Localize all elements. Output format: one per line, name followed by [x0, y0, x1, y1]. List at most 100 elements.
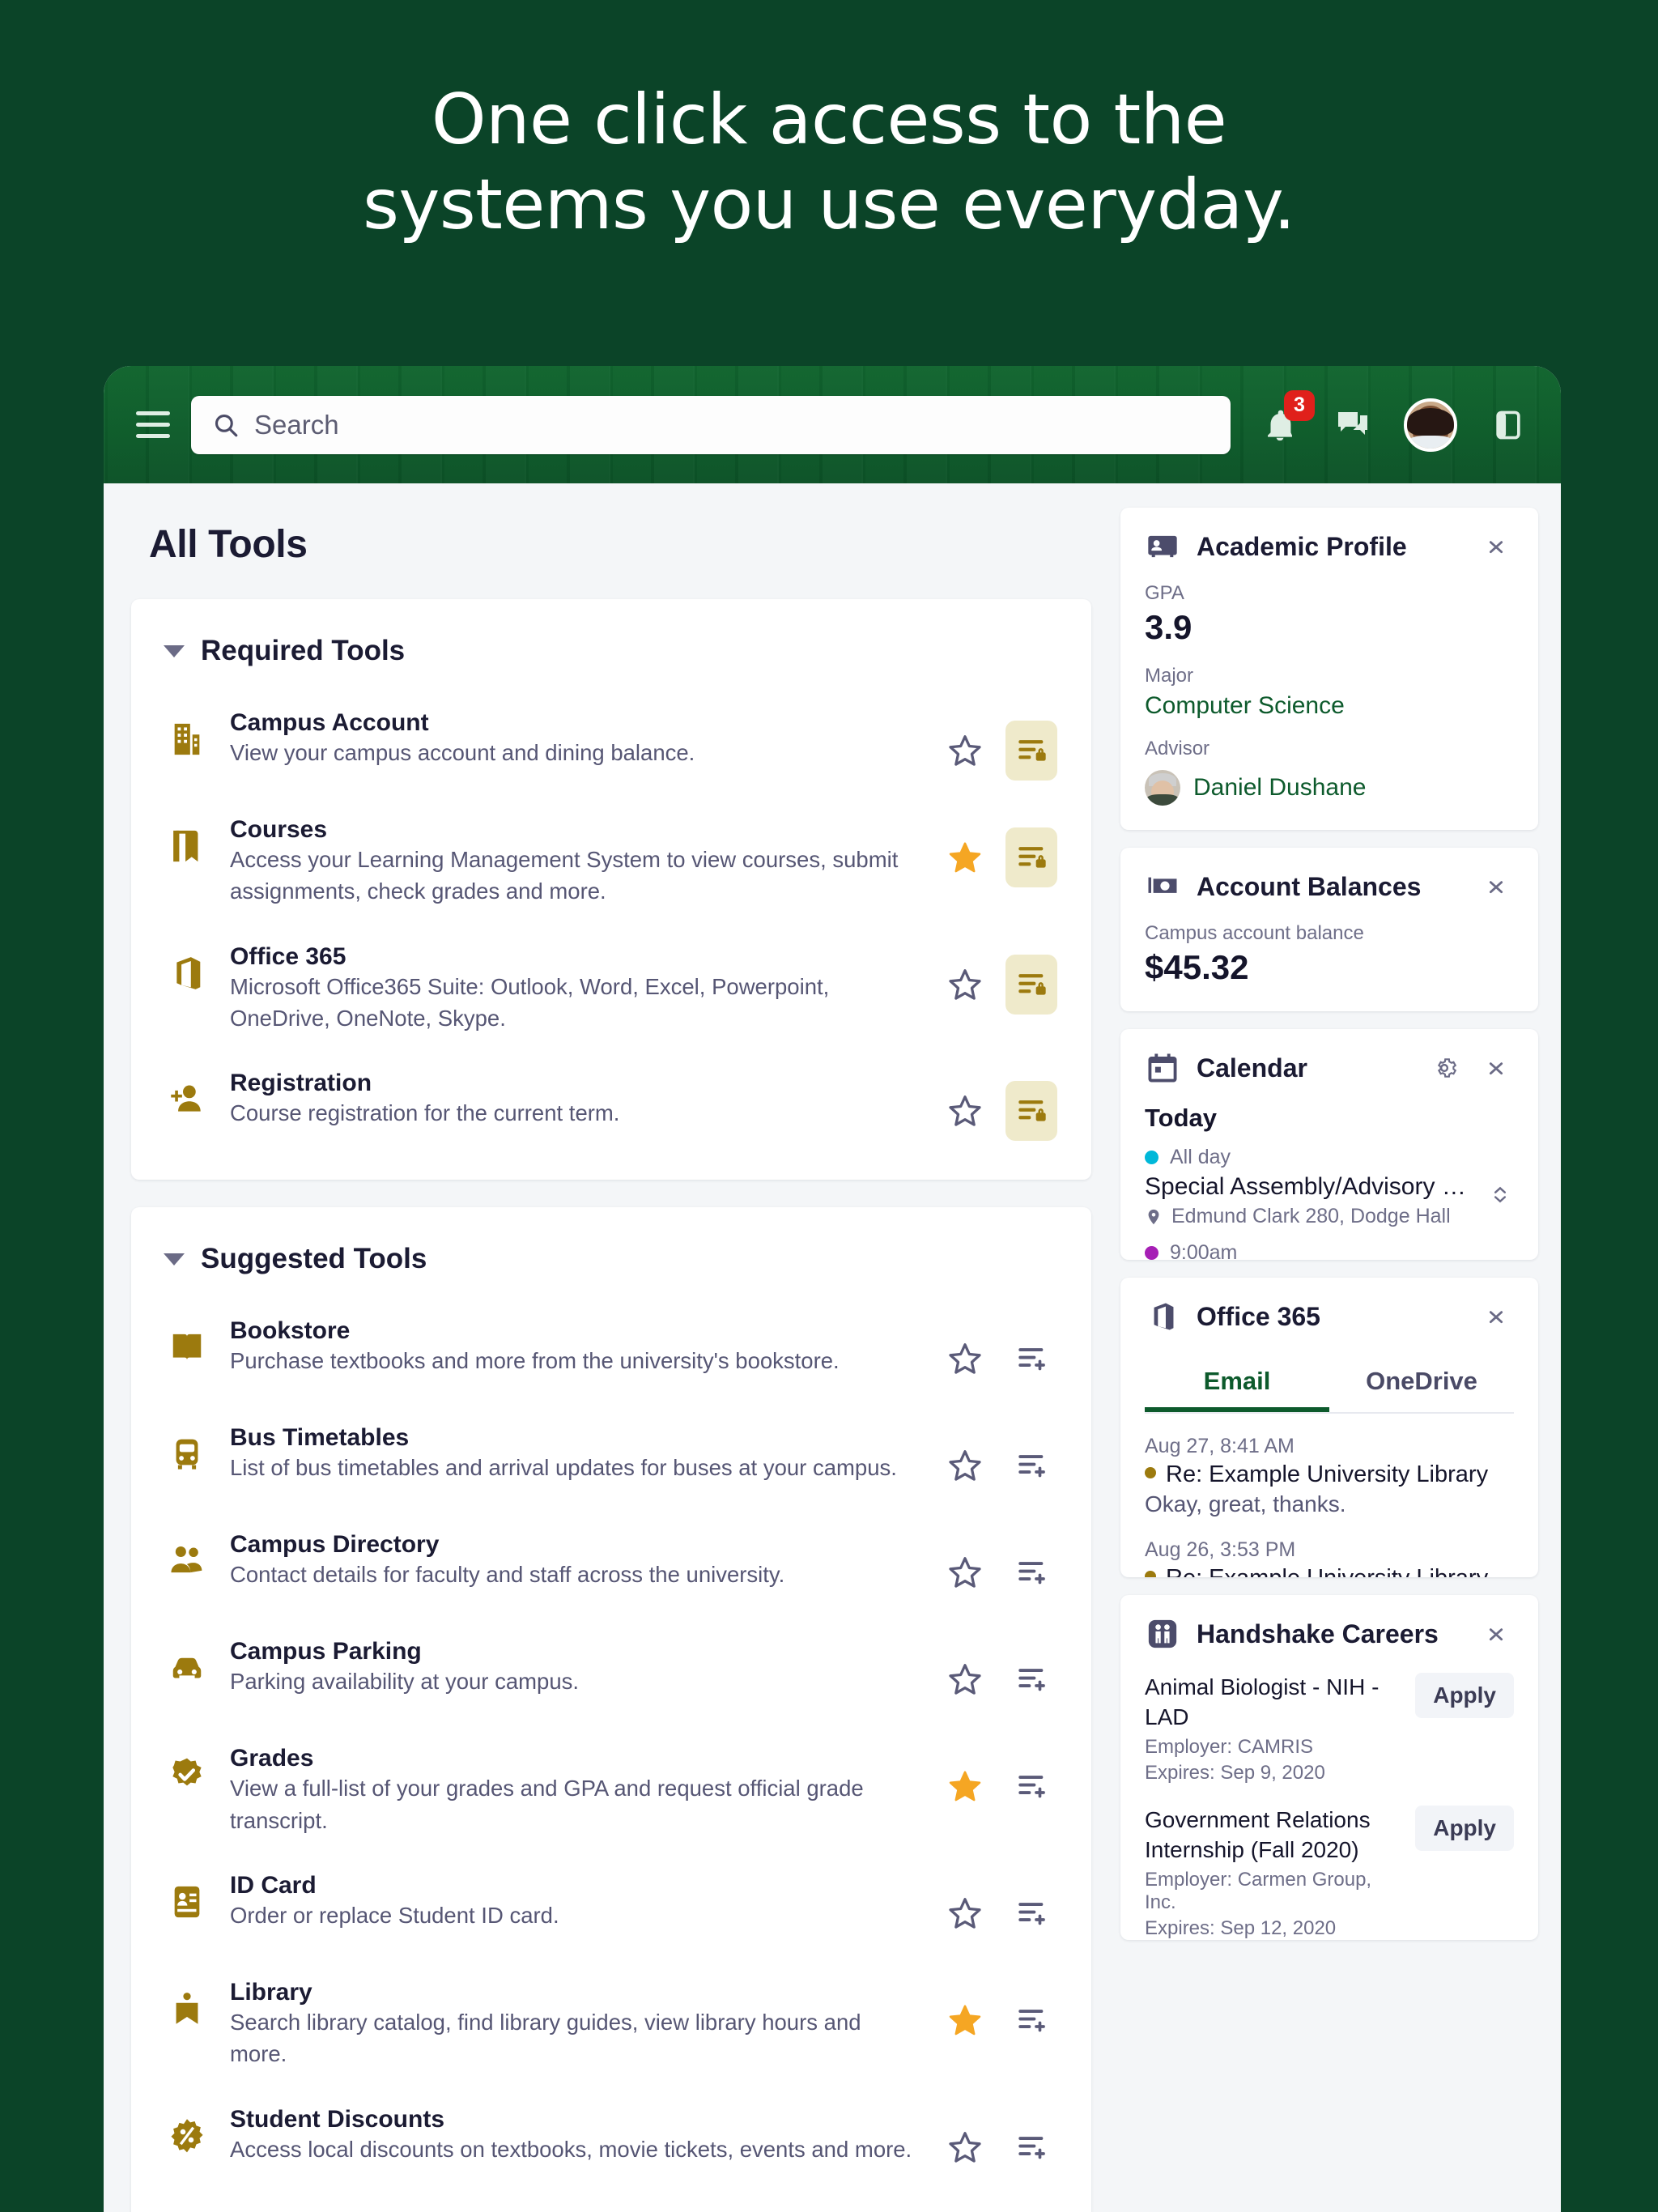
star-outline-icon[interactable]	[942, 1336, 988, 1381]
tool-row[interactable]: Campus Parking Parking availability at yo…	[159, 1620, 1064, 1727]
job-expiry: Expires: Sep 12, 2020	[1145, 1916, 1337, 1939]
tool-actions	[942, 1745, 1057, 1816]
advisor-avatar	[1145, 770, 1180, 806]
collapse-icon[interactable]	[1478, 529, 1514, 564]
job-item[interactable]: Animal Biologist - NIH - LAD Employer: CA…	[1145, 1673, 1514, 1784]
unread-dot-icon	[1145, 1571, 1156, 1577]
tool-text: Registration Course registration for the …	[230, 1070, 921, 1129]
tool-row[interactable]: Courses Access your Learning Management S…	[159, 798, 1064, 925]
list-lock-icon[interactable]	[1005, 721, 1057, 781]
advisor-row[interactable]: Daniel Dushane	[1145, 770, 1514, 806]
list-add-icon[interactable]	[1005, 1329, 1057, 1389]
list-add-icon[interactable]	[1005, 1649, 1057, 1709]
tool-row[interactable]: Grades View a full-list of your grades an…	[159, 1727, 1064, 1854]
star-outline-icon[interactable]	[942, 728, 988, 773]
apply-button[interactable]: Apply	[1415, 1673, 1514, 1718]
panel-toggle-icon[interactable]	[1486, 403, 1530, 447]
star-filled-icon[interactable]	[942, 835, 988, 880]
list-lock-icon[interactable]	[1005, 1081, 1057, 1142]
search-bar[interactable]	[191, 395, 1231, 454]
gear-icon[interactable]	[1426, 1050, 1462, 1086]
tool-text: Campus Account View your campus account a…	[230, 709, 921, 768]
job-expiry: Expires: Sep 9, 2020	[1145, 1761, 1325, 1784]
event-expand-icon[interactable]	[1486, 1176, 1514, 1212]
star-filled-icon[interactable]	[942, 1763, 988, 1809]
hamburger-icon[interactable]	[128, 400, 178, 450]
star-outline-icon[interactable]	[942, 1550, 988, 1595]
tool-row[interactable]: Campus Account View your campus account a…	[159, 691, 1064, 798]
major-value[interactable]: Computer Science	[1145, 692, 1514, 720]
card-title: Calendar	[1197, 1053, 1307, 1083]
tool-actions	[942, 1638, 1057, 1709]
id-badge-icon	[1145, 529, 1180, 564]
handshake-card: Handshake Careers Animal Biologist - NIH…	[1120, 1595, 1538, 1940]
collapse-icon[interactable]	[1478, 1050, 1514, 1086]
tool-name: ID Card	[230, 1871, 317, 1899]
calendar-event-list: Today All day Special Assembly/Advisory Sc…	[1145, 1104, 1514, 1260]
search-input[interactable]	[254, 409, 1209, 440]
section-header[interactable]: Suggested Tools	[164, 1243, 1064, 1275]
apply-button[interactable]: Apply	[1415, 1805, 1514, 1851]
job-list: Animal Biologist - NIH - LAD Employer: CA…	[1145, 1673, 1514, 1940]
advisor-name[interactable]: Daniel Dushane	[1193, 774, 1366, 802]
star-outline-icon[interactable]	[942, 1657, 988, 1702]
list-add-icon[interactable]	[1005, 1990, 1057, 2050]
email-item[interactable]: Aug 27, 8:41 AM Re: Example University Li…	[1145, 1435, 1514, 1517]
list-add-icon[interactable]	[1005, 1756, 1057, 1816]
star-outline-icon[interactable]	[942, 2125, 988, 2170]
tool-row[interactable]: Campus Directory Contact details for facu…	[159, 1513, 1064, 1620]
search-icon	[215, 414, 238, 436]
list-add-icon[interactable]	[1005, 1436, 1057, 1495]
list-lock-icon[interactable]	[1005, 954, 1057, 1015]
calendar-event[interactable]: All day Special Assembly/Advisory Sched… E…	[1145, 1146, 1514, 1228]
collapse-icon[interactable]	[1478, 1616, 1514, 1652]
chat-icon[interactable]	[1331, 403, 1375, 447]
calendar-card: Calendar Today All day Special Assembly/Ad…	[1120, 1029, 1538, 1260]
list-add-icon[interactable]	[1005, 1883, 1057, 1943]
job-employer: Employer: CAMRIS	[1145, 1735, 1314, 1758]
card-title: Academic Profile	[1197, 531, 1407, 561]
star-outline-icon[interactable]	[942, 1088, 988, 1134]
tool-actions	[942, 1317, 1057, 1389]
collapse-icon[interactable]	[1478, 869, 1514, 904]
bell-icon[interactable]: 3	[1258, 389, 1315, 447]
star-outline-icon[interactable]	[942, 1443, 988, 1488]
collapse-icon[interactable]	[1478, 1299, 1514, 1334]
tool-row[interactable]: Registration Course registration for the …	[159, 1052, 1064, 1159]
gpa-label: GPA	[1145, 582, 1184, 604]
tool-row[interactable]: Library Search library catalog, find libr…	[159, 1961, 1064, 2088]
tool-actions	[942, 1070, 1057, 1142]
event-color-dot	[1145, 1151, 1158, 1164]
event-time-row: All day	[1145, 1146, 1478, 1169]
tool-row[interactable]: Office 365 Microsoft Office365 Suite: Out…	[159, 925, 1064, 1053]
job-item[interactable]: Government Relations Internship (Fall 20…	[1145, 1805, 1514, 1940]
chevron-down-icon[interactable]	[164, 1253, 185, 1266]
tool-text: Campus Parking Parking availability at yo…	[230, 1638, 921, 1697]
list-add-icon[interactable]	[1005, 2117, 1057, 2177]
tool-description: Access local discounts on textbooks, mov…	[230, 2136, 912, 2162]
star-filled-icon[interactable]	[942, 1997, 988, 2043]
tools-panel: Suggested Tools Bookstore Purchase textboo…	[131, 1207, 1091, 2212]
location-pin-icon	[1148, 1209, 1159, 1224]
section-header[interactable]: Required Tools	[164, 635, 1064, 667]
avatar[interactable]	[1404, 398, 1457, 452]
tool-row[interactable]: Bookstore Purchase textbooks and more fro…	[159, 1300, 1064, 1406]
tab-email[interactable]: Email	[1145, 1355, 1329, 1412]
top-bar: 3	[104, 366, 1561, 483]
tool-description: Access your Learning Management System t…	[230, 847, 899, 904]
list-add-icon[interactable]	[1005, 1542, 1057, 1602]
star-outline-icon[interactable]	[942, 962, 988, 1007]
tool-row[interactable]: Textbook OrderingRent, buy, or download …	[159, 2195, 1064, 2212]
calendar-event[interactable]: 9:00amOrientation Week1015 Philadelphia …	[1145, 1241, 1514, 1260]
chevron-down-icon[interactable]	[164, 644, 185, 657]
tab-onedrive[interactable]: OneDrive	[1329, 1355, 1514, 1412]
tool-sections: Required Tools Campus Account View your ca…	[131, 599, 1091, 2212]
star-outline-icon[interactable]	[942, 1891, 988, 1936]
email-item[interactable]: Aug 26, 3:53 PM Re: Example University Li…	[1145, 1538, 1514, 1577]
tool-row[interactable]: Student Discounts Access local discounts …	[159, 2088, 1064, 2195]
advisor-label: Advisor	[1145, 738, 1210, 759]
tools-column: All Tools Required Tools Campus Account Vi…	[104, 483, 1116, 2212]
list-lock-icon[interactable]	[1005, 827, 1057, 887]
tool-row[interactable]: ID Card Order or replace Student ID card.	[159, 1854, 1064, 1961]
tool-row[interactable]: Bus Timetables List of bus timetables and…	[159, 1406, 1064, 1513]
